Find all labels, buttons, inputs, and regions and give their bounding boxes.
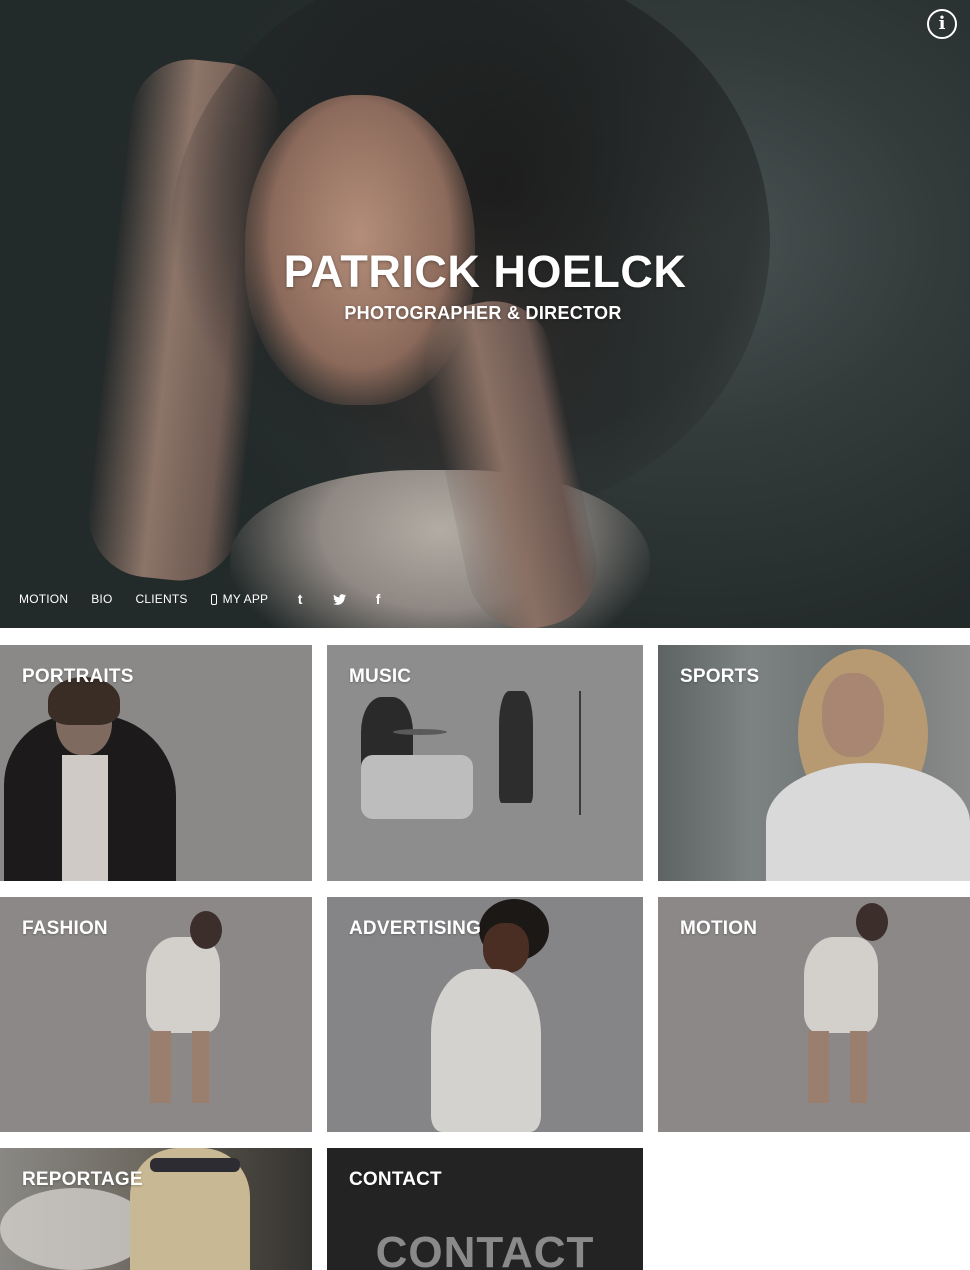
twitter-icon[interactable] xyxy=(330,593,348,605)
tile-sports[interactable]: SPORTS xyxy=(658,645,970,881)
tile-label-portraits: PORTRAITS xyxy=(22,666,134,687)
facebook-icon[interactable]: f xyxy=(369,591,387,607)
nav-motion[interactable]: MOTION xyxy=(19,592,68,606)
hero-banner: PATRICK HOELCK PHOTOGRAPHER & DIRECTOR i… xyxy=(0,0,970,628)
tile-music[interactable]: MUSIC xyxy=(327,645,643,881)
tile-label-reportage: REPORTAGE xyxy=(22,1169,143,1190)
tile-label-music: MUSIC xyxy=(349,666,412,687)
tile-label-contact: CONTACT xyxy=(349,1169,442,1190)
nav-clients[interactable]: CLIENTS xyxy=(135,592,187,606)
tile-label-sports: SPORTS xyxy=(680,666,760,687)
tile-label-motion: MOTION xyxy=(680,918,758,939)
tile-portraits[interactable]: PORTRAITS xyxy=(0,645,312,881)
tile-label-fashion: FASHION xyxy=(22,918,108,939)
music-photo-mic-stand xyxy=(579,691,581,815)
fashion-photo-head xyxy=(190,911,222,949)
hero-nav: MOTION BIO CLIENTS MY APP t f xyxy=(19,590,408,608)
tile-fashion[interactable]: FASHION xyxy=(0,897,312,1132)
contact-image-text: CONTACT xyxy=(375,1228,595,1270)
advertising-photo-face xyxy=(483,923,529,973)
reportage-photo-smoke xyxy=(0,1188,150,1270)
reportage-photo-headband xyxy=(150,1158,240,1172)
sports-photo-shirt xyxy=(766,763,970,881)
tile-reportage[interactable]: REPORTAGE xyxy=(0,1148,312,1270)
tumblr-icon[interactable]: t xyxy=(291,591,309,607)
music-photo-singer xyxy=(499,691,533,803)
music-photo-cymbal xyxy=(393,729,447,735)
sports-photo-face xyxy=(822,673,884,757)
fashion-photo-jacket xyxy=(146,937,220,1033)
nav-bio[interactable]: BIO xyxy=(91,592,112,606)
tile-advertising[interactable]: ADVERTISING xyxy=(327,897,643,1132)
mobile-phone-icon xyxy=(210,593,217,605)
tile-label-advertising: ADVERTISING xyxy=(349,918,482,939)
motion-photo-head xyxy=(856,903,888,941)
tile-motion[interactable]: MOTION xyxy=(658,897,970,1132)
tile-contact[interactable]: CONTACT CONTACT xyxy=(327,1148,643,1270)
info-icon[interactable]: i xyxy=(927,9,957,39)
music-photo-drums xyxy=(361,755,473,819)
motion-photo-legs xyxy=(808,1031,878,1103)
site-subtitle: PHOTOGRAPHER & DIRECTOR xyxy=(344,303,622,323)
site-title: PATRICK HOELCK xyxy=(283,246,687,297)
nav-my-app-label: MY APP xyxy=(222,592,269,606)
nav-my-app[interactable]: MY APP xyxy=(210,592,269,606)
portraits-photo-shirt xyxy=(62,755,108,881)
fashion-photo-legs xyxy=(150,1031,220,1103)
advertising-photo-dress xyxy=(431,969,541,1132)
motion-photo-jacket xyxy=(804,937,878,1033)
